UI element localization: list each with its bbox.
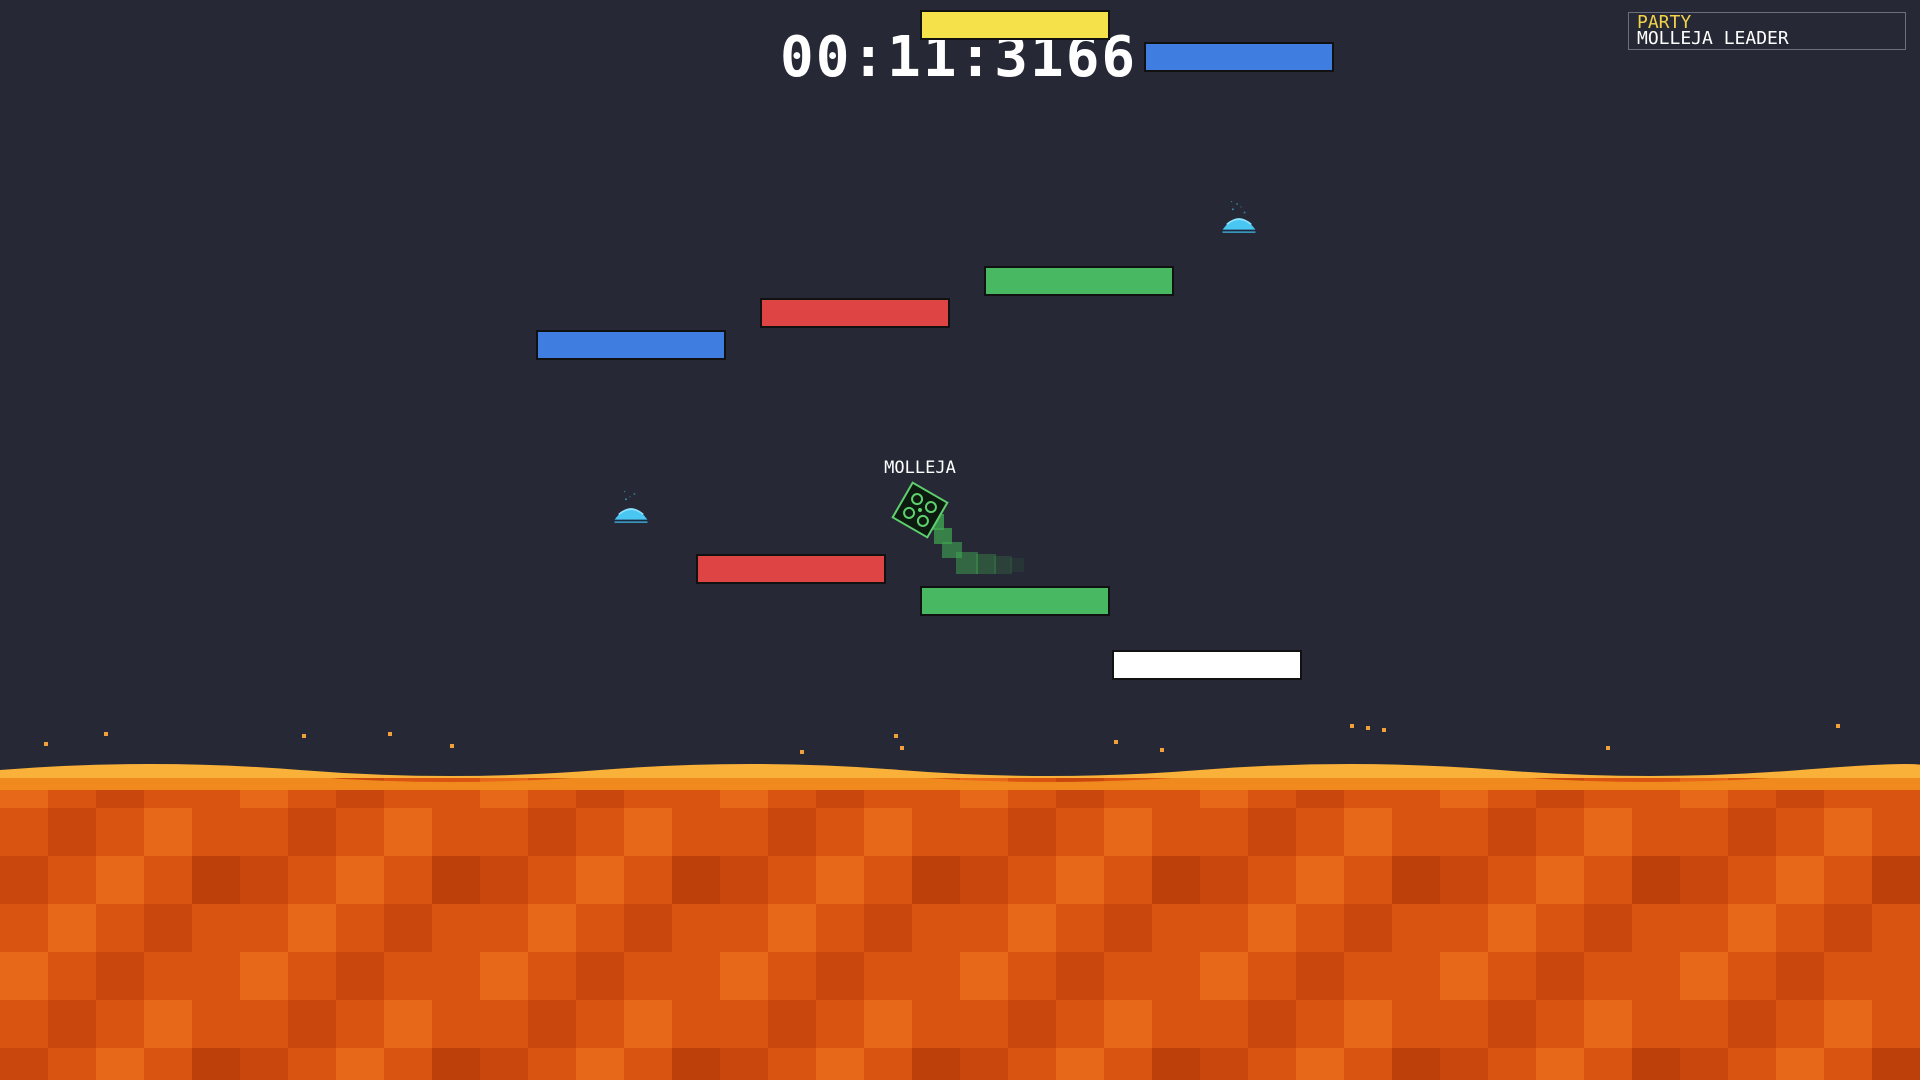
platform-green	[920, 586, 1110, 616]
player-name-label: MOLLEJA	[884, 458, 956, 478]
party-member: MOLLEJA LEADER	[1637, 28, 1789, 49]
game-stage[interactable]: 00:11:3166 PARTY MOLLEJA LEADER MOLLEJA	[0, 0, 1920, 1080]
bounce-pad-icon	[614, 491, 648, 523]
platform-blue	[1144, 42, 1334, 72]
platform-white	[1112, 650, 1302, 680]
bounce-pad-icon	[1222, 201, 1256, 233]
player-character	[891, 481, 949, 539]
party-panel: PARTY MOLLEJA LEADER	[1628, 12, 1906, 50]
platform-yellow	[920, 10, 1110, 40]
platform-red	[760, 298, 950, 328]
platform-blue	[536, 330, 726, 360]
platform-green	[984, 266, 1174, 296]
lava-floor	[0, 764, 1920, 1080]
platform-red	[696, 554, 886, 584]
